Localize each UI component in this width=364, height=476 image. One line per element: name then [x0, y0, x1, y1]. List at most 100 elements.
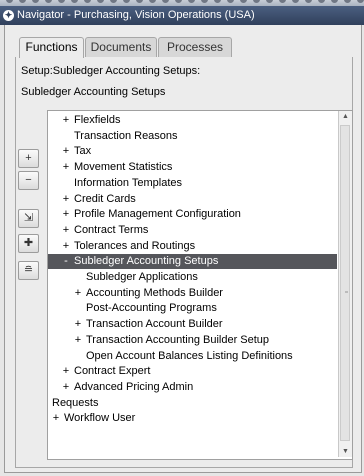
tree-item[interactable]: + Accounting Methods Builder	[48, 286, 337, 301]
tree-item[interactable]: + Contract Terms	[48, 223, 337, 238]
tree-item[interactable]: + Flexfields	[48, 113, 337, 128]
tree-item-label: Tax	[74, 145, 92, 158]
expand-all-icon: ✚	[23, 237, 34, 249]
toolbar-button-icon[interactable]	[162, 0, 169, 3]
expand-button[interactable]: +	[18, 149, 39, 168]
expand-node-icon[interactable]: +	[62, 239, 70, 254]
expand-node-icon[interactable]: +	[74, 333, 82, 348]
tree-item[interactable]: Transaction Reasons	[48, 129, 337, 144]
tree-item[interactable]: + Advanced Pricing Admin	[48, 380, 337, 395]
collapse-button[interactable]: −	[18, 171, 39, 190]
expand-node-icon[interactable]: +	[62, 192, 70, 207]
toolbar-button-icon[interactable]	[279, 0, 286, 3]
window-title: Navigator - Purchasing, Vision Operation…	[17, 9, 255, 21]
tree-item[interactable]: + Tax	[48, 144, 337, 159]
toolbar-button-icon[interactable]	[344, 0, 351, 3]
tab-functions[interactable]: Functions	[19, 37, 84, 58]
tree-item-label: Open Account Balances Listing Definition…	[86, 349, 293, 362]
expand-node-icon[interactable]: +	[62, 113, 70, 128]
window-titlebar[interactable]: ✦ Navigator - Purchasing, Vision Operati…	[0, 6, 364, 25]
tree-item-label: Information Templates	[74, 176, 183, 189]
toolbar-button-icon[interactable]	[110, 0, 117, 3]
expand-node-icon[interactable]: +	[62, 380, 70, 395]
tree-item[interactable]: + Contract Expert	[48, 364, 337, 379]
toolbar-button-icon[interactable]	[214, 0, 221, 3]
tree-item-label: Workflow User	[64, 412, 136, 425]
minus-icon: −	[25, 174, 32, 186]
expand-node-icon[interactable]: +	[74, 286, 82, 301]
toolbar-button-icon[interactable]	[58, 0, 65, 3]
toolbar-button-icon[interactable]	[357, 0, 364, 3]
toolbar-button-icon[interactable]	[240, 0, 247, 3]
tree-item[interactable]: Open Account Balances Listing Definition…	[48, 349, 337, 364]
tab-documents[interactable]: Documents	[85, 37, 157, 57]
tree-item-label: Flexfields	[74, 114, 121, 126]
tree-item[interactable]: + Transaction Accounting Builder Setup	[48, 333, 337, 348]
tree-item[interactable]: + Tolerances and Routings	[48, 239, 337, 254]
toolbar-button-icon[interactable]	[97, 0, 104, 3]
tree-item[interactable]: + Credit Cards	[48, 192, 337, 207]
expand-node-icon[interactable]: +	[74, 317, 82, 332]
expand-node-icon[interactable]: +	[52, 411, 60, 426]
tree-item-label: Transaction Reasons	[74, 129, 178, 142]
toolbar-button-icon[interactable]	[6, 0, 13, 3]
plus-icon: +	[25, 152, 32, 164]
toolbar-button-icon[interactable]	[175, 0, 182, 3]
toolbar-button-icon[interactable]	[71, 0, 78, 3]
toolbar-button-icon[interactable]	[201, 0, 208, 3]
tree-item[interactable]: Information Templates	[48, 176, 337, 191]
collapse-all-button[interactable]: ≘	[18, 261, 39, 280]
tree-item-label: Requests	[52, 396, 99, 409]
expand-node-icon[interactable]: +	[62, 144, 70, 159]
toolbar-button-icon[interactable]	[149, 0, 156, 3]
scroll-grip-icon	[345, 291, 348, 293]
tree-item-label: Transaction Account Builder	[86, 318, 223, 331]
toolbar-button-icon[interactable]	[32, 0, 39, 3]
toolbar-button-icon[interactable]	[253, 0, 260, 3]
toolbar-button-icon[interactable]	[292, 0, 299, 3]
tab-processes[interactable]: Processes	[158, 37, 232, 57]
tree-item[interactable]: + Profile Management Configuration	[48, 207, 337, 222]
scroll-up-arrow-icon[interactable]: ▲	[339, 111, 352, 122]
toolbar-button-icon[interactable]	[318, 0, 325, 3]
toolbar-button-icon[interactable]	[45, 0, 52, 3]
toolbar-button-icon[interactable]	[123, 0, 130, 3]
expand-node-icon[interactable]: +	[62, 364, 70, 379]
expand-node-icon[interactable]: +	[62, 207, 70, 222]
tree-item-label: Advanced Pricing Admin	[74, 380, 194, 393]
scroll-thumb[interactable]	[340, 125, 350, 441]
scroll-down-arrow-icon[interactable]: ▼	[339, 446, 352, 457]
oracle-navigator-icon: ✦	[3, 10, 14, 21]
toolbar-button-icon[interactable]	[136, 0, 143, 3]
expand-all-button[interactable]: ✚	[18, 234, 39, 253]
expand-node-icon[interactable]: +	[62, 223, 70, 238]
expand-branch-button[interactable]: ⇲	[18, 209, 39, 228]
tree-item[interactable]: - Subledger Accounting Setups	[48, 254, 337, 270]
tree-item-label: Movement Statistics	[74, 161, 173, 174]
tree-item[interactable]: Subledger Applications	[48, 270, 337, 285]
tree-item-label: Contract Terms	[74, 223, 149, 236]
collapse-node-icon[interactable]: -	[62, 254, 70, 269]
expand-node-icon[interactable]: +	[62, 160, 70, 175]
tree-item[interactable]: + Transaction Account Builder	[48, 317, 337, 332]
toolbar-button-icon[interactable]	[227, 0, 234, 3]
tree-scrollbar[interactable]: ▲ ▼	[338, 111, 352, 457]
toolbar-button-icon[interactable]	[331, 0, 338, 3]
tree-item-label: Subledger Accounting Setups	[74, 255, 219, 268]
expand-branch-icon: ⇲	[23, 212, 34, 224]
tree-item[interactable]: + Workflow User	[48, 411, 337, 426]
tree-item[interactable]: + Movement Statistics	[48, 160, 337, 175]
toolbar-button-icon[interactable]	[19, 0, 26, 3]
toolbar-button-icon[interactable]	[84, 0, 91, 3]
toolbar-button-icon[interactable]	[188, 0, 195, 3]
tree-item[interactable]: Requests	[48, 396, 337, 411]
toolbar-button-icon[interactable]	[266, 0, 273, 3]
tree-item[interactable]: Post-Accounting Programs	[48, 301, 337, 316]
toolbar-button-icon[interactable]	[305, 0, 312, 3]
tree-item-label: Credit Cards	[74, 192, 136, 205]
function-tree[interactable]: ▲ ▼ + Flexfields Transaction Reasons + Tax + M…	[47, 110, 353, 460]
navigator-window: Functions Documents Processes Setup:Subl…	[4, 25, 362, 473]
tree-item-label: Post-Accounting Programs	[86, 302, 217, 315]
tree-item-label: Subledger Applications	[86, 271, 198, 283]
breadcrumb: Setup:Subledger Accounting Setups:	[21, 65, 201, 77]
